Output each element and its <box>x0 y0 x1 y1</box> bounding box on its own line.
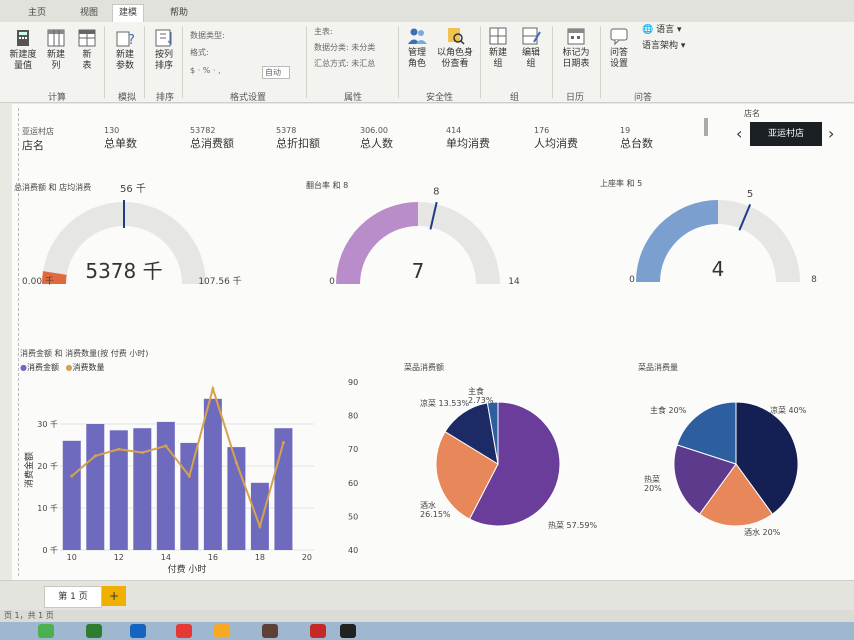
y2-tick-label: 40 <box>348 546 358 555</box>
legend-swatch-icon: ● <box>20 363 27 372</box>
line-point <box>117 447 121 451</box>
pie-data-label: 凉菜 40% <box>770 405 807 415</box>
status-bar: 页 1，共 1 页 <box>0 610 854 622</box>
legend-swatch-icon: ● <box>65 363 73 372</box>
bar <box>133 428 152 550</box>
x-tick-label: 18 <box>255 553 265 562</box>
pie-data-label: 凉菜 13.53% <box>420 398 469 408</box>
pie-data-label: 20% <box>644 484 662 493</box>
pie-data-label: 主食 <box>468 386 484 396</box>
sales-gauge[interactable]: 56 千5378 千0.00 千 107.56 千870 14540 80 千10 千… <box>0 0 854 640</box>
gauge-max-label: 8 <box>811 275 817 285</box>
gauge-value: 7 <box>412 259 425 283</box>
app-icon[interactable] <box>176 624 192 638</box>
app-icon[interactable] <box>340 624 356 638</box>
combo-chart-title: 消费金额 和 消费数量(按 付费 小时) <box>20 349 149 358</box>
gauge-target-label: 56 千 <box>120 183 146 195</box>
line-point <box>234 461 238 465</box>
line-point <box>164 444 168 448</box>
pie-data-label: 主食 20% <box>650 405 687 415</box>
bar <box>180 442 199 550</box>
app-icon[interactable] <box>86 624 102 638</box>
line-point <box>281 440 285 444</box>
combo-legend: ●消费金额 ●消费数量 <box>20 362 105 373</box>
y-tick-label: 20 千 <box>37 461 58 471</box>
gauge-min-label: 0.00 千 <box>22 276 54 287</box>
line-point <box>70 474 74 478</box>
y-tick-label: 30 千 <box>37 419 58 429</box>
gauge-fill <box>636 200 718 282</box>
app-icon[interactable] <box>262 624 278 638</box>
app-icon[interactable] <box>214 624 230 638</box>
legend-item: 消费金额 <box>26 363 59 372</box>
x-tick-label: 10 <box>67 553 77 562</box>
y-tick-label: 10 千 <box>37 503 58 513</box>
gauge-title: 翻台率 和 8 <box>306 181 349 190</box>
gauge-min-label: 0 <box>329 277 335 287</box>
gauge-title: 上座率 和 5 <box>600 179 643 188</box>
y2-tick-label: 60 <box>348 479 358 488</box>
pie-data-label: 26.15% <box>420 510 451 519</box>
gauge-value: 5378 千 <box>85 259 162 283</box>
gauge-target-label: 8 <box>433 186 439 197</box>
y2-tick-label: 70 <box>348 445 358 454</box>
gauge-value: 4 <box>712 257 725 281</box>
pie-title: 菜品消费量 <box>638 363 678 372</box>
add-page-button[interactable]: + <box>102 586 126 606</box>
y2-tick-label: 50 <box>348 512 358 521</box>
x-tick-label: 14 <box>161 553 171 562</box>
x-axis-title: 付费 小时 <box>168 563 207 575</box>
gauge-max-label: 107.56 千 <box>198 276 241 287</box>
line-point <box>258 524 262 528</box>
line-point <box>187 474 191 478</box>
bar <box>203 398 222 550</box>
pie-data-label: 酒水 <box>420 500 436 510</box>
os-taskbar <box>0 622 854 640</box>
bar <box>62 440 81 550</box>
bar <box>250 482 269 550</box>
page-tab-bar <box>0 580 854 611</box>
bar <box>156 421 175 550</box>
gauge-min-label: 0 <box>629 275 635 285</box>
app-icon[interactable] <box>310 624 326 638</box>
gauge-target-label: 5 <box>747 189 753 200</box>
pie-title: 菜品消费额 <box>404 363 444 372</box>
app-icon[interactable] <box>38 624 54 638</box>
line-point <box>140 451 144 455</box>
pie-data-label: 热菜 57.59% <box>548 520 597 530</box>
y2-tick-label: 90 <box>348 378 358 387</box>
app-icon[interactable] <box>130 624 146 638</box>
x-tick-label: 16 <box>208 553 218 562</box>
x-tick-label: 12 <box>114 553 124 562</box>
pie-data-label: 2.73% <box>468 396 494 405</box>
page-tab-1[interactable]: 第 1 页 <box>44 586 102 608</box>
pie-data-label: 酒水 20% <box>744 527 781 537</box>
y2-tick-label: 80 <box>348 412 358 421</box>
gauge-fill <box>336 202 418 284</box>
line-point <box>211 387 215 391</box>
y-tick-label: 0 千 <box>42 545 58 555</box>
page-status: 页 1，共 1 页 <box>4 611 54 620</box>
y-axis-title: 消费金额 <box>23 452 35 488</box>
gauge-max-label: 14 <box>508 277 520 287</box>
x-tick-label: 20 <box>302 553 312 562</box>
legend-item: 消费数量 <box>72 363 105 372</box>
pie-data-label: 热菜 <box>644 474 660 484</box>
bar <box>274 428 293 550</box>
line-point <box>93 454 97 458</box>
bar <box>86 424 105 550</box>
